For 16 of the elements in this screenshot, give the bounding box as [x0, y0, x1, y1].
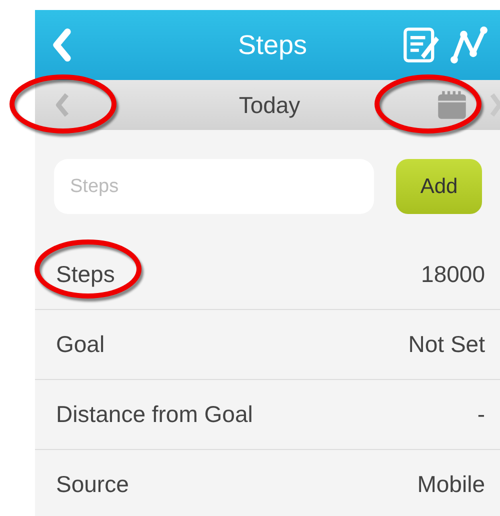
row-value: - — [477, 401, 485, 428]
back-icon[interactable] — [51, 28, 73, 62]
add-button[interactable]: Add — [396, 159, 482, 214]
date-label: Today — [238, 92, 302, 118]
row-label: Distance from Goal — [56, 401, 253, 428]
calendar-icon[interactable] — [436, 89, 468, 121]
edit-note-icon[interactable] — [402, 26, 440, 64]
screen-title: Steps — [236, 30, 308, 60]
line-chart-icon[interactable] — [450, 26, 488, 64]
row-label: Source — [56, 471, 129, 498]
row-value: 18000 — [421, 261, 485, 288]
row-label: Steps — [56, 261, 115, 288]
row-label: Goal — [56, 331, 105, 358]
steps-input[interactable]: Steps — [54, 159, 374, 214]
row-value: Mobile — [417, 471, 485, 498]
row-value: Not Set — [408, 331, 485, 358]
